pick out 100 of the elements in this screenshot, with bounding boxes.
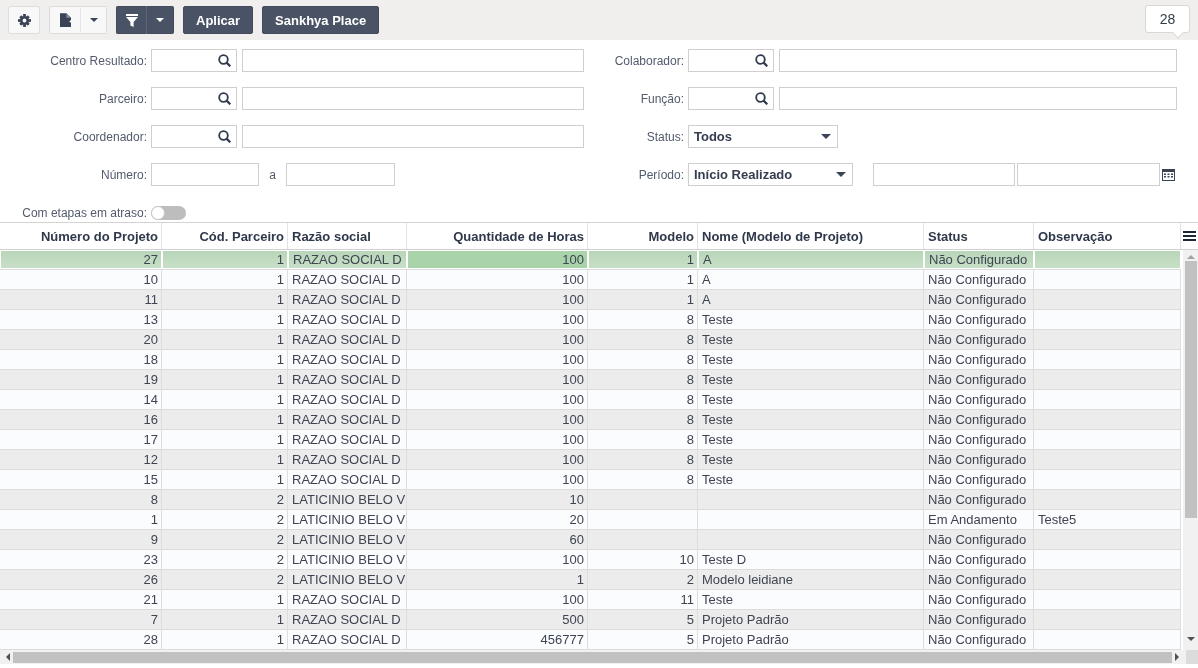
table-cell: 16 <box>0 410 162 429</box>
column-header[interactable]: Cód. Parceiro <box>162 223 288 249</box>
table-cell: RAZAO SOCIAL D <box>288 410 407 429</box>
table-cell: 8 <box>588 310 698 329</box>
date-field[interactable] <box>873 163 1015 186</box>
right-arrow-icon[interactable] <box>1175 653 1179 661</box>
table-row[interactable]: 18 1 RAZAO SOCIAL D 100 8 Teste Não Configurado <box>0 350 1181 370</box>
column-header[interactable]: Status <box>924 223 1034 249</box>
table-cell: 26 <box>0 570 162 589</box>
table-row[interactable]: 15 1 RAZAO SOCIAL D 100 8 Teste Não Configurado <box>0 470 1181 490</box>
table-row[interactable]: 14 1 RAZAO SOCIAL D 100 8 Teste Não Configurado <box>0 390 1181 410</box>
table-row[interactable]: 7 1 RAZAO SOCIAL D 500 5 Projeto Padrão Não Configurado <box>0 610 1181 630</box>
description-field[interactable] <box>242 87 584 110</box>
table-row[interactable]: 12 1 RAZAO SOCIAL D 100 8 Teste Não Configurado <box>0 450 1181 470</box>
lookup-field[interactable] <box>151 125 237 148</box>
select-field[interactable]: Início Realizado <box>688 163 853 186</box>
description-field[interactable] <box>242 125 584 148</box>
column-header[interactable]: Modelo <box>588 223 698 249</box>
table-cell: Teste <box>698 330 924 349</box>
table-cell: 2 <box>588 570 698 589</box>
down-arrow-icon[interactable] <box>1186 637 1195 641</box>
table-row[interactable]: 13 1 RAZAO SOCIAL D 100 8 Teste Não Configurado <box>0 310 1181 330</box>
table-cell: Não Configurado <box>924 270 1034 289</box>
horizontal-scrollbar[interactable] <box>0 650 1198 664</box>
range-end-field[interactable] <box>286 163 395 186</box>
column-header[interactable]: Razão social <box>288 223 407 249</box>
dropdown-button[interactable] <box>147 6 174 34</box>
description-field[interactable] <box>779 87 1177 110</box>
lookup-field[interactable] <box>688 49 774 72</box>
table-cell: RAZAO SOCIAL D <box>288 390 407 409</box>
table-cell: Não Configurado <box>924 290 1034 309</box>
table-cell: Teste <box>698 450 924 469</box>
document-button[interactable] <box>49 6 81 34</box>
table-row[interactable]: 10 1 RAZAO SOCIAL D 100 1 A Não Configurado <box>0 270 1181 290</box>
table-cell: 100 <box>407 270 588 289</box>
table-row[interactable]: 17 1 RAZAO SOCIAL D 100 8 Teste Não Configurado <box>0 430 1181 450</box>
table-cell: 8 <box>588 450 698 469</box>
menu-icon[interactable] <box>1183 231 1196 241</box>
select-field[interactable]: Todos <box>688 125 838 148</box>
table-cell: 100 <box>407 590 588 609</box>
filter-button[interactable] <box>116 6 147 34</box>
table-cell: 1 <box>162 310 288 329</box>
table-row[interactable]: 19 1 RAZAO SOCIAL D 100 8 Teste Não Configurado <box>0 370 1181 390</box>
date-field[interactable] <box>1017 163 1160 186</box>
table-cell: 8 <box>588 410 698 429</box>
table-cell: 1 <box>162 330 288 349</box>
description-field[interactable] <box>779 49 1177 72</box>
scrollbar-thumb[interactable] <box>13 651 1172 663</box>
field-label: Status: <box>646 129 684 144</box>
table-cell: 1 <box>162 610 288 629</box>
table-row[interactable]: 1 2 LATICINIO BELO V 20 Em Andamento Teste5 <box>0 510 1181 530</box>
table-row[interactable]: 26 2 LATICINIO BELO V 1 2 Modelo leidiane Não Configurado <box>0 570 1181 590</box>
table-cell: 456777 <box>407 630 588 649</box>
table-row[interactable]: 23 2 LATICINIO BELO V 100 10 Teste D Não Configurado <box>0 550 1181 570</box>
action-button[interactable]: Aplicar <box>183 6 254 34</box>
column-header[interactable]: Observação <box>1034 223 1181 249</box>
left-arrow-icon[interactable] <box>6 653 10 661</box>
table-row[interactable]: 21 1 RAZAO SOCIAL D 100 11 Teste Não Configurado <box>0 590 1181 610</box>
table-row[interactable]: 11 1 RAZAO SOCIAL D 100 1 A Não Configurado <box>0 290 1181 310</box>
search-icon[interactable] <box>218 92 231 105</box>
lookup-field[interactable] <box>151 49 237 72</box>
table-cell: RAZAO SOCIAL D <box>288 430 407 449</box>
description-field[interactable] <box>242 49 584 72</box>
table-cell: Não Configurado <box>924 610 1034 629</box>
table-cell: 14 <box>0 390 162 409</box>
table-row[interactable]: 16 1 RAZAO SOCIAL D 100 8 Teste Não Configurado <box>0 410 1181 430</box>
calendar-icon[interactable] <box>1162 168 1175 181</box>
scrollbar-thumb[interactable] <box>1184 261 1197 518</box>
table-cell: LATICINIO BELO V <box>288 550 407 569</box>
search-icon[interactable] <box>755 92 768 105</box>
lookup-field[interactable] <box>151 87 237 110</box>
field-label: Colaborador: <box>614 53 684 68</box>
table-cell: A <box>698 270 924 289</box>
table-row[interactable]: 27 1 RAZAO SOCIAL D 100 1 A Não Configurado <box>0 250 1181 270</box>
range-start-field[interactable] <box>151 163 259 186</box>
settings-button[interactable] <box>8 6 40 34</box>
search-icon[interactable] <box>218 130 231 143</box>
table-cell: Teste5 <box>1034 510 1181 529</box>
vertical-scrollbar[interactable] <box>1183 250 1198 650</box>
up-arrow-icon[interactable] <box>1186 255 1195 259</box>
table-cell: Teste <box>698 590 924 609</box>
toggle-switch[interactable] <box>151 206 186 220</box>
action-button[interactable]: Sankhya Place <box>262 6 380 34</box>
table-row[interactable]: 28 1 RAZAO SOCIAL D 456777 5 Projeto Padrão Não Configurado <box>0 630 1181 650</box>
table-cell: 28 <box>0 630 162 649</box>
table-cell: 1 <box>162 630 288 649</box>
search-icon[interactable] <box>218 54 231 67</box>
table-cell: Teste <box>698 350 924 369</box>
table-cell: 1 <box>162 370 288 389</box>
table-cell: 1 <box>162 470 288 489</box>
table-row[interactable]: 9 2 LATICINIO BELO V 60 Não Configurado <box>0 530 1181 550</box>
search-icon[interactable] <box>755 54 768 67</box>
field-label: Número: <box>101 167 147 182</box>
column-header[interactable]: Número do Projeto <box>0 223 162 249</box>
table-row[interactable]: 20 1 RAZAO SOCIAL D 100 8 Teste Não Configurado <box>0 330 1181 350</box>
lookup-field[interactable] <box>688 87 774 110</box>
column-header[interactable]: Quantidade de Horas <box>407 223 588 249</box>
column-header[interactable]: Nome (Modelo de Projeto) <box>698 223 924 249</box>
table-row[interactable]: 8 2 LATICINIO BELO V 10 Não Configurado <box>0 490 1181 510</box>
table-cell: Não Configurado <box>924 530 1034 549</box>
